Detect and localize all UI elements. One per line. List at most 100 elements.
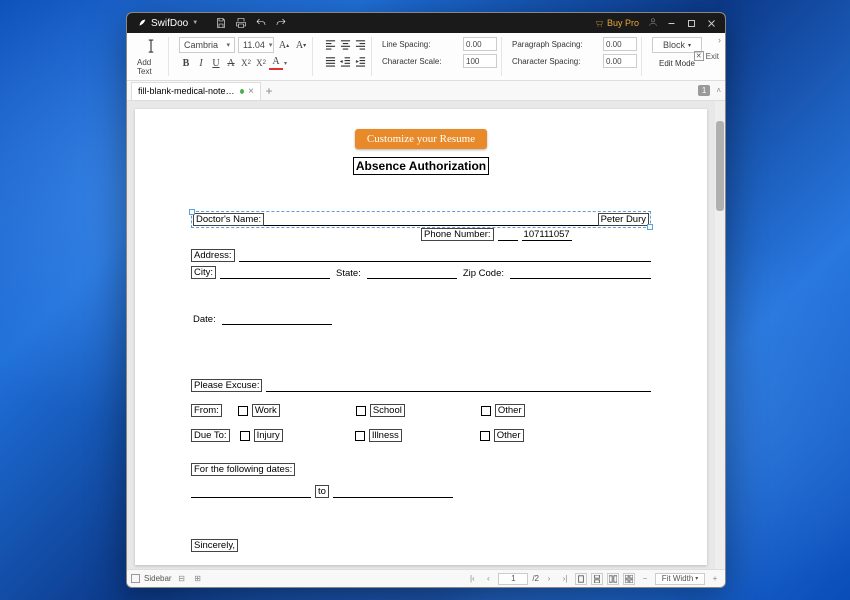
address-line[interactable]	[239, 250, 652, 262]
phone-label[interactable]: Phone Number:	[421, 228, 494, 241]
doctor-name-line[interactable]	[264, 214, 597, 226]
font-color-button[interactable]: A	[269, 56, 283, 70]
total-pages-label: /2	[532, 574, 539, 583]
other2-checkbox[interactable]	[480, 431, 490, 441]
para-spacing-input[interactable]: 0.00	[603, 37, 637, 51]
redo-button[interactable]	[272, 14, 290, 32]
state-label[interactable]: State:	[334, 268, 363, 279]
collapse-left-button[interactable]: ⊟	[176, 574, 188, 583]
document-title[interactable]: Absence Authorization	[353, 157, 489, 175]
single-page-view-button[interactable]	[575, 573, 587, 585]
subscript-button[interactable]: X2	[254, 56, 268, 70]
date-from-line[interactable]	[191, 486, 311, 498]
first-page-button[interactable]: |‹	[466, 574, 478, 583]
sincerely-label[interactable]: Sincerely,	[191, 539, 238, 552]
city-line[interactable]	[220, 267, 330, 279]
injury-label[interactable]: Injury	[254, 429, 283, 442]
to-label[interactable]: to	[315, 485, 329, 498]
para-spacing-label: Paragraph Spacing:	[512, 40, 600, 49]
page-input[interactable]: 1	[498, 573, 528, 585]
other1-checkbox[interactable]	[481, 406, 491, 416]
illness-checkbox[interactable]	[355, 431, 365, 441]
selected-text-row[interactable]: Doctor's Name: Peter Dury	[191, 211, 651, 228]
state-line[interactable]	[367, 267, 457, 279]
tab-close-icon[interactable]: ×	[248, 86, 254, 97]
close-button[interactable]	[701, 14, 721, 32]
decrease-font-button[interactable]: A▾	[294, 38, 308, 52]
from-label[interactable]: From:	[191, 404, 222, 417]
line-spacing-input[interactable]: 0.00	[463, 37, 497, 51]
other1-label[interactable]: Other	[495, 404, 525, 417]
buy-pro-button[interactable]: Buy Pro	[595, 18, 639, 28]
work-checkbox[interactable]	[238, 406, 248, 416]
illness-label[interactable]: Illness	[369, 429, 402, 442]
injury-checkbox[interactable]	[240, 431, 250, 441]
char-scale-input[interactable]: 100	[463, 54, 497, 68]
minimize-button[interactable]	[661, 14, 681, 32]
increase-font-button[interactable]: A▴	[277, 38, 291, 52]
add-text-button[interactable]: Add Text	[133, 37, 169, 76]
ribbon-expand-icon[interactable]: ›	[718, 35, 721, 45]
address-label[interactable]: Address:	[191, 249, 235, 262]
next-page-button[interactable]: ›	[543, 574, 555, 583]
customize-resume-button[interactable]: Customize your Resume	[355, 129, 487, 149]
vertical-scrollbar[interactable]	[715, 101, 725, 569]
user-icon[interactable]	[645, 17, 661, 30]
two-page-view-button[interactable]	[607, 573, 619, 585]
doctor-name-label[interactable]: Doctor's Name:	[193, 213, 264, 226]
app-menu-dropdown-icon[interactable]: ▼	[192, 20, 198, 26]
exit-button[interactable]: ✕Exit	[694, 51, 719, 61]
document-page[interactable]: Customize your Resume Absence Authorizat…	[135, 109, 707, 565]
expand-right-button[interactable]: ⊞	[192, 574, 204, 583]
font-size-select[interactable]: 11.04▾	[238, 37, 274, 53]
bold-button[interactable]: B	[179, 56, 193, 70]
strikethrough-button[interactable]: A	[224, 56, 238, 70]
align-justify-button[interactable]	[323, 54, 337, 68]
date-label[interactable]: Date:	[191, 314, 218, 325]
modified-indicator-icon	[240, 89, 244, 94]
font-color-dropdown-icon[interactable]: ▾	[284, 60, 287, 67]
scrollbar-thumb[interactable]	[716, 121, 724, 211]
align-right-button[interactable]	[353, 37, 367, 51]
char-spacing-input[interactable]: 0.00	[603, 54, 637, 68]
following-dates-label[interactable]: For the following dates:	[191, 463, 295, 476]
city-label[interactable]: City:	[191, 266, 216, 279]
print-button[interactable]	[232, 14, 250, 32]
school-checkbox[interactable]	[356, 406, 366, 416]
panel-toggle-icon[interactable]: ˄	[716, 86, 721, 95]
save-button[interactable]	[212, 14, 230, 32]
doctor-name-field[interactable]: Peter Dury	[598, 213, 649, 226]
underline-button[interactable]: U	[209, 56, 223, 70]
align-center-button[interactable]	[338, 37, 352, 51]
dueto-label[interactable]: Due To:	[191, 429, 230, 442]
continuous-view-button[interactable]	[591, 573, 603, 585]
work-label[interactable]: Work	[252, 404, 280, 417]
sidebar-checkbox[interactable]	[131, 574, 140, 583]
grid-view-button[interactable]	[623, 573, 635, 585]
date-to-line[interactable]	[333, 486, 453, 498]
prev-page-button[interactable]: ‹	[482, 574, 494, 583]
indent-decrease-button[interactable]	[338, 54, 352, 68]
zoom-mode-select[interactable]: Fit Width▾	[655, 573, 705, 585]
maximize-button[interactable]	[681, 14, 701, 32]
font-family-select[interactable]: Cambria▾	[179, 37, 235, 53]
zip-label[interactable]: Zip Code:	[461, 268, 506, 279]
italic-button[interactable]: I	[194, 56, 208, 70]
zip-line[interactable]	[510, 267, 651, 279]
zoom-out-button[interactable]: −	[639, 574, 651, 583]
undo-button[interactable]	[252, 14, 270, 32]
superscript-button[interactable]: X2	[239, 56, 253, 70]
new-tab-button[interactable]: +	[261, 84, 277, 98]
zoom-in-button[interactable]: +	[709, 574, 721, 583]
school-label[interactable]: School	[370, 404, 405, 417]
last-page-button[interactable]: ›|	[559, 574, 571, 583]
align-left-button[interactable]	[323, 37, 337, 51]
date-line[interactable]	[222, 313, 332, 325]
excuse-line[interactable]	[266, 380, 651, 392]
excuse-label[interactable]: Please Excuse:	[191, 379, 262, 392]
indent-increase-button[interactable]	[353, 54, 367, 68]
document-tab[interactable]: fill-blank-medical-note-templ… ×	[131, 82, 261, 100]
other2-label[interactable]: Other	[494, 429, 524, 442]
phone-field[interactable]: 107111057	[522, 229, 572, 241]
chevron-down-icon: ▾	[695, 575, 698, 582]
